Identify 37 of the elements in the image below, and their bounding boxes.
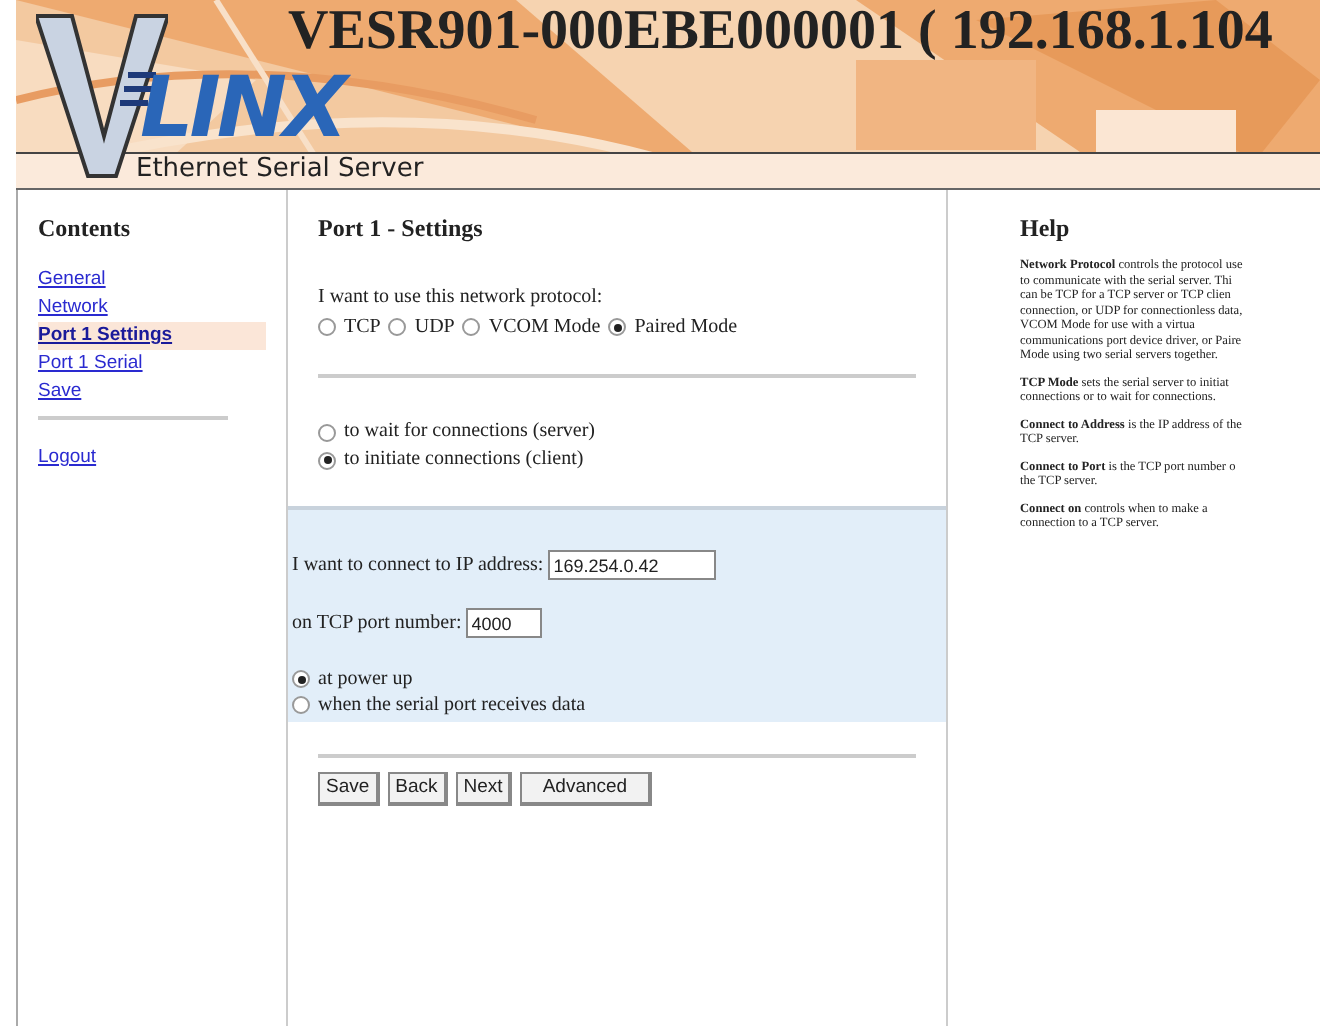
port-label: on TCP port number: xyxy=(292,610,462,638)
section-title: Port 1 - Settings xyxy=(318,212,485,246)
radio-label: TCP xyxy=(344,314,381,342)
port-field[interactable]: 4000 xyxy=(465,608,542,638)
logout-link[interactable]: Logout xyxy=(38,446,97,468)
form-button[interactable]: Back xyxy=(387,772,448,806)
radio-button[interactable] xyxy=(292,670,310,688)
radio-label: Paired Mode xyxy=(634,314,738,342)
logo-text: LINX xyxy=(140,66,344,150)
help-title: Help xyxy=(1020,212,1072,246)
radio-button[interactable] xyxy=(462,318,481,336)
radio-label: UDP xyxy=(414,314,455,342)
radio-label: at power up xyxy=(318,666,413,692)
sidebar-link[interactable]: Port 1 Serial xyxy=(38,350,266,378)
sidebar-heading: Contents xyxy=(38,212,133,246)
radio-button[interactable] xyxy=(318,423,336,441)
ip-address-field[interactable]: 169.254.0.42 xyxy=(547,550,716,580)
sidebar-link[interactable]: Save xyxy=(38,378,266,406)
radio-label: to initiate connections (client) xyxy=(344,446,584,474)
page-title: VESR901-000EBE000001 ( 192.168.1.104 xyxy=(288,4,1273,60)
form-button[interactable]: Advanced xyxy=(520,772,652,806)
sidebar-link[interactable]: Port 1 Settings xyxy=(38,322,266,350)
radio-button[interactable] xyxy=(388,318,407,336)
radio-label: to wait for connections (server) xyxy=(344,418,596,446)
radio-label: VCOM Mode xyxy=(488,314,601,342)
protocol-prompt: I want to use this network protocol: xyxy=(318,284,605,312)
radio-button[interactable] xyxy=(318,451,336,469)
form-button[interactable]: Save xyxy=(318,772,380,806)
ip-label: I want to connect to IP address: xyxy=(292,552,544,580)
radio-button[interactable] xyxy=(292,696,310,714)
subtitle: Ethernet Serial Server xyxy=(136,156,424,182)
radio-label: when the serial port receives data xyxy=(318,692,586,718)
radio-button[interactable] xyxy=(608,318,627,336)
sidebar-link[interactable]: Network xyxy=(38,294,266,322)
sidebar-link[interactable]: General xyxy=(38,266,266,294)
form-button[interactable]: Next xyxy=(455,772,513,806)
radio-button[interactable] xyxy=(318,318,336,336)
